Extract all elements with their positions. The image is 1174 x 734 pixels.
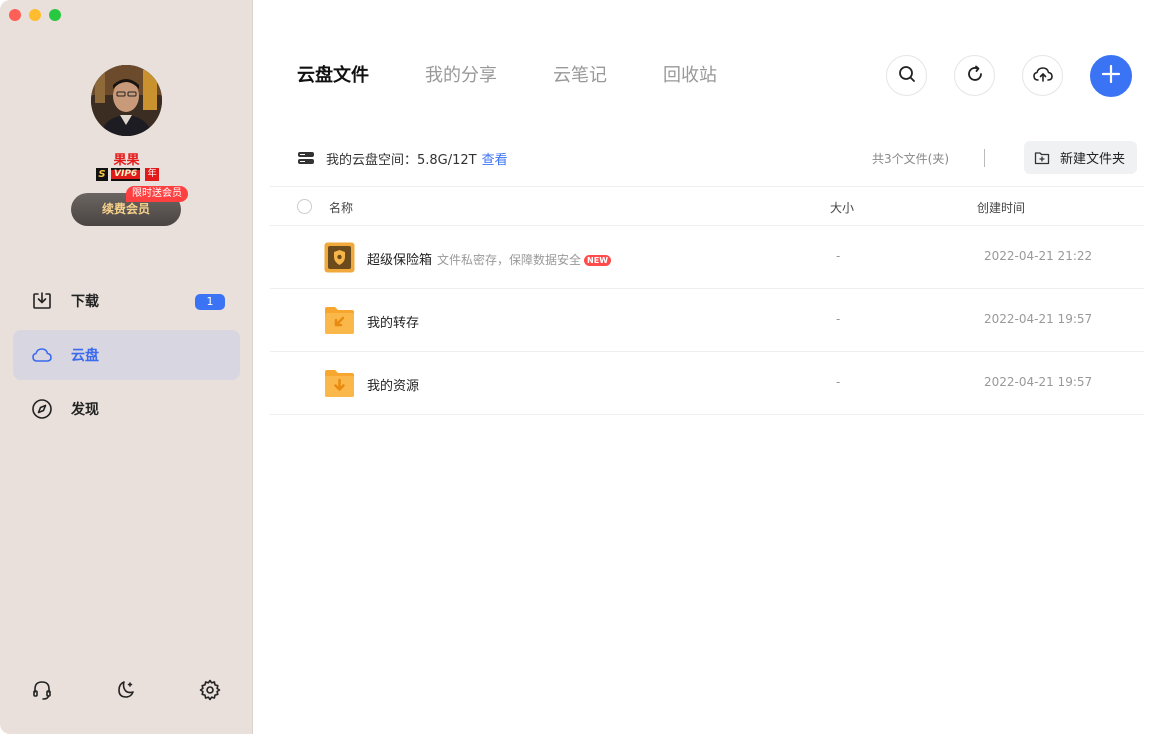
table-row[interactable]: 我的转存 - 2022-04-21 19:57 — [270, 289, 1144, 352]
file-created-time: 2022-04-21 19:57 — [984, 375, 1093, 389]
sidebar: 果果 S VIP6 年 续费会员 限时送会员 下载 1 云盘 发现 — [0, 0, 253, 734]
new-folder-icon — [1034, 151, 1050, 164]
refresh-button[interactable] — [954, 55, 995, 96]
table-header: 名称 大小 创建时间 — [270, 186, 1144, 226]
select-all-checkbox[interactable] — [297, 199, 312, 214]
new-badge: NEW — [584, 255, 612, 266]
column-name[interactable]: 名称 — [329, 199, 353, 216]
file-name: 我的资源 — [367, 379, 420, 394]
toolbar — [886, 55, 1132, 97]
window-controls — [9, 9, 61, 21]
refresh-icon — [965, 64, 985, 88]
sidebar-item-label: 发现 — [71, 402, 99, 418]
gear-icon[interactable] — [198, 678, 222, 702]
view-storage-link[interactable]: 查看 — [482, 149, 508, 168]
cloud-icon — [31, 344, 53, 366]
column-created-time[interactable]: 创建时间 — [977, 199, 1025, 216]
safe-box-icon — [324, 242, 355, 273]
divider — [984, 149, 985, 167]
column-size[interactable]: 大小 — [830, 199, 854, 216]
file-name: 超级保险箱 — [367, 253, 433, 268]
headset-icon[interactable] — [30, 678, 54, 702]
vip-level-label: VIP6 — [111, 168, 141, 181]
vip-level-badge[interactable]: S VIP6 年 — [96, 168, 160, 181]
file-size: - — [836, 312, 841, 326]
main-content: 云盘文件 我的分享 云笔记 回收站 我的云盘空间：5.8G/12T 查看 共3个… — [253, 0, 1174, 734]
file-size: - — [836, 249, 841, 263]
app-window: 果果 S VIP6 年 续费会员 限时送会员 下载 1 云盘 发现 云盘文件 我… — [0, 0, 1174, 734]
add-button[interactable] — [1090, 55, 1132, 97]
storage-disk-icon — [297, 150, 315, 166]
sidebar-item-label: 云盘 — [71, 348, 99, 364]
file-created-time: 2022-04-21 19:57 — [984, 312, 1093, 326]
sidebar-item-label: 下载 — [71, 294, 99, 310]
svip-icon: S — [96, 168, 108, 181]
file-size: - — [836, 375, 841, 389]
search-button[interactable] — [886, 55, 927, 96]
username: 果果 — [113, 153, 140, 168]
table-row[interactable]: 我的资源 - 2022-04-21 19:57 — [270, 352, 1144, 415]
sidebar-item-discover[interactable]: 发现 — [13, 384, 240, 434]
download-count-badge: 1 — [195, 294, 225, 310]
tab-cloud-files[interactable]: 云盘文件 — [297, 62, 369, 90]
tab-my-shares[interactable]: 我的分享 — [425, 62, 497, 90]
new-folder-button[interactable]: 新建文件夹 — [1023, 141, 1137, 174]
sidebar-item-download[interactable]: 下载 1 — [13, 276, 240, 326]
file-name: 我的转存 — [367, 316, 420, 331]
upload-button[interactable] — [1022, 55, 1063, 96]
table-row[interactable]: 超级保险箱 文件私密存，保障数据安全 NEW - 2022-04-21 21:22 — [270, 226, 1144, 289]
storage-usage-text: 我的云盘空间：5.8G/12T — [326, 152, 477, 168]
download-icon — [31, 290, 53, 312]
zoom-window-button[interactable] — [49, 9, 61, 21]
file-table: 名称 大小 创建时间 超级保险箱 文件私密存，保障数据安全 NEW - 2022… — [270, 186, 1144, 415]
search-icon — [897, 64, 917, 88]
sidebar-nav: 下载 1 云盘 发现 — [13, 276, 240, 438]
tab-cloud-notes[interactable]: 云笔记 — [553, 62, 607, 90]
folder-download-icon — [324, 368, 355, 399]
plus-icon — [1100, 63, 1122, 89]
file-created-time: 2022-04-21 21:22 — [984, 249, 1093, 263]
compass-icon — [31, 398, 53, 420]
file-description: 文件私密存，保障数据安全 — [437, 253, 582, 267]
vip-year-label: 年 — [145, 168, 160, 181]
sidebar-item-cloud[interactable]: 云盘 — [13, 330, 240, 380]
storage-bar: 我的云盘空间：5.8G/12T 查看 共3个文件(夹) 新建文件夹 — [297, 141, 1137, 174]
tab-recycle-bin[interactable]: 回收站 — [663, 62, 717, 90]
close-window-button[interactable] — [9, 9, 21, 21]
promo-tag: 限时送会员 — [126, 186, 188, 202]
main-tabs: 云盘文件 我的分享 云笔记 回收站 — [297, 62, 773, 90]
sidebar-footer — [0, 678, 253, 706]
new-folder-label: 新建文件夹 — [1059, 151, 1125, 166]
minimize-window-button[interactable] — [29, 9, 41, 21]
cloud-upload-icon — [1032, 63, 1054, 89]
avatar[interactable] — [91, 65, 162, 136]
file-count: 共3个文件(夹) — [872, 151, 949, 166]
folder-transfer-icon — [324, 305, 355, 336]
moon-icon[interactable] — [114, 678, 138, 702]
